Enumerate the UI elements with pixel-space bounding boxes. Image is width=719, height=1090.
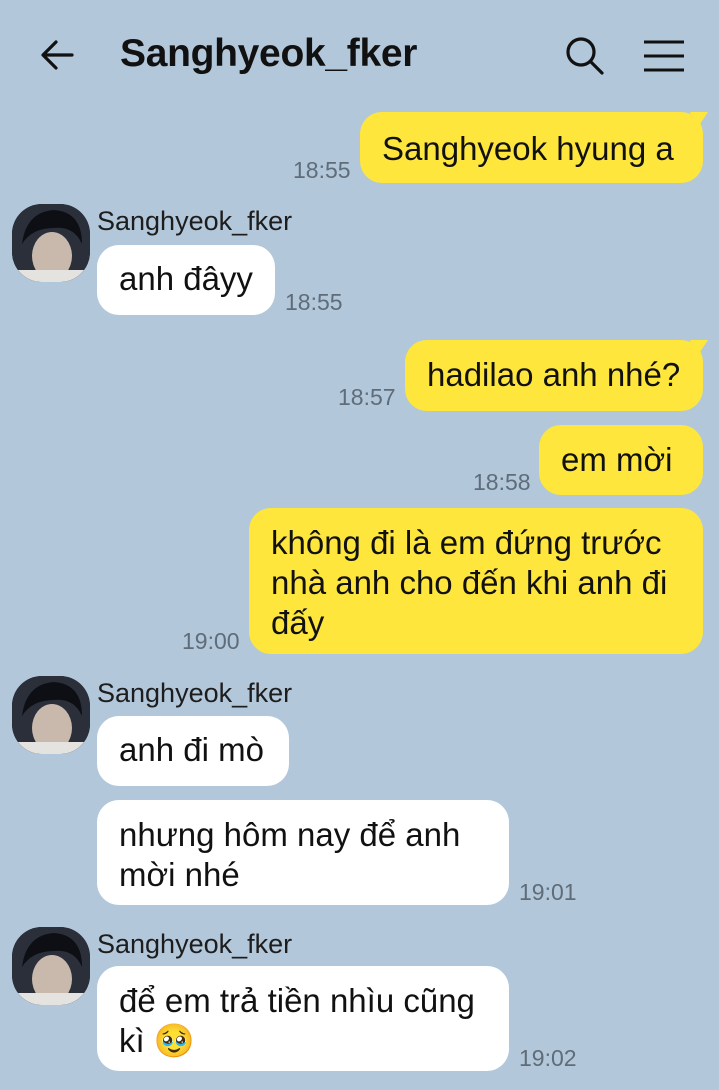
chat-header: Sanghyeok_fker [0, 0, 719, 110]
message-time: 19:00 [182, 628, 240, 654]
incoming-message-bubble[interactable]: nhưng hôm nay để anh mời nhé [97, 800, 509, 905]
outgoing-message-bubble[interactable]: em mời [539, 425, 703, 495]
outgoing-message-bubble[interactable]: không đi là em đứng trước nhà anh cho đế… [249, 508, 703, 654]
message-time: 18:55 [285, 289, 343, 315]
message-time: 18:55 [293, 157, 351, 183]
sender-name: Sanghyeok_fker [97, 929, 293, 959]
search-icon[interactable] [562, 33, 606, 77]
avatar[interactable] [12, 204, 90, 282]
bubble-tail [690, 112, 708, 130]
back-arrow-icon[interactable] [38, 35, 78, 75]
outgoing-message-bubble[interactable]: Sanghyeok hyung a [360, 112, 703, 183]
avatar-image [12, 927, 90, 1005]
outgoing-message-bubble[interactable]: hadilao anh nhé? [405, 340, 703, 411]
message-time: 19:01 [519, 879, 577, 905]
avatar[interactable] [12, 927, 90, 1005]
message-time: 18:58 [473, 469, 531, 495]
sender-name: Sanghyeok_fker [97, 678, 293, 708]
avatar-image [12, 676, 90, 754]
incoming-message-bubble[interactable]: anh đâyy [97, 245, 275, 315]
incoming-message-bubble[interactable]: anh đi mò [97, 716, 289, 786]
chat-title: Sanghyeok_fker [120, 32, 418, 75]
incoming-message-bubble[interactable]: để em trả tiền nhìu cũng kì 🥹 [97, 966, 509, 1071]
sender-name: Sanghyeok_fker [97, 206, 293, 236]
message-time: 19:02 [519, 1045, 577, 1071]
avatar-image [12, 204, 90, 282]
avatar[interactable] [12, 676, 90, 754]
message-time: 18:57 [338, 384, 396, 410]
menu-icon[interactable] [641, 36, 687, 76]
bubble-tail [690, 340, 708, 358]
